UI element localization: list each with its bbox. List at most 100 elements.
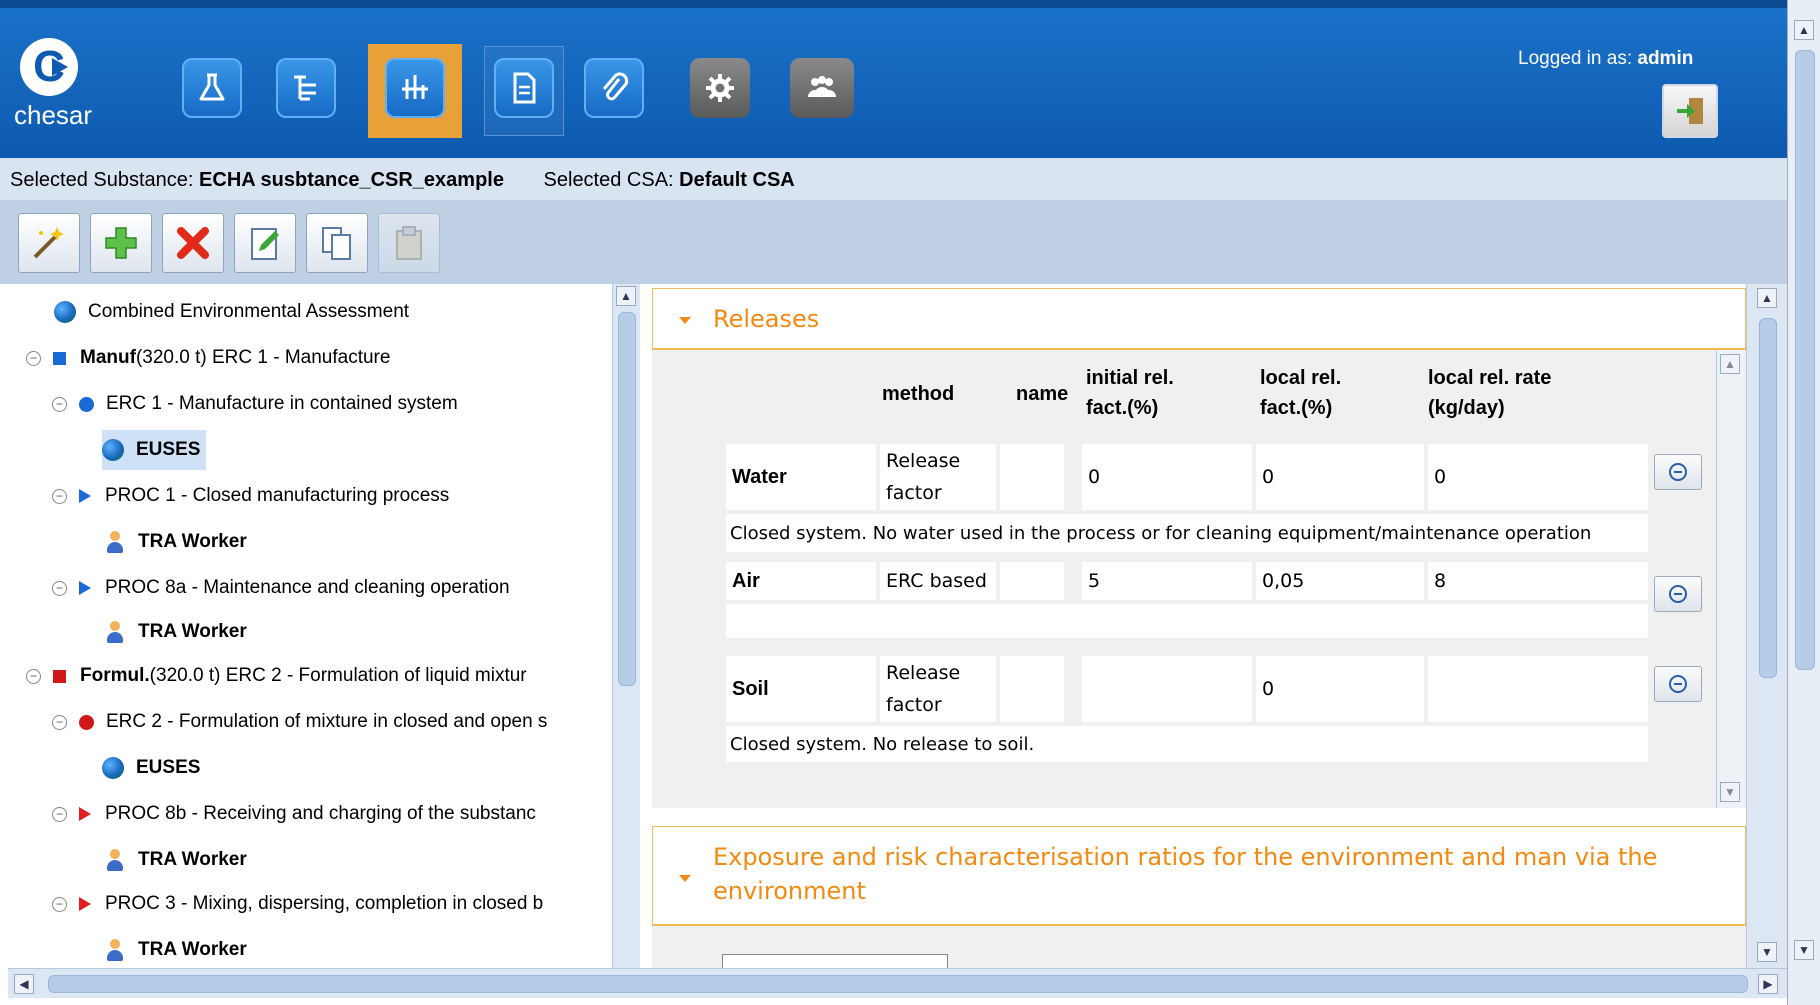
- scroll-up-arrow[interactable]: ▲: [1794, 20, 1814, 40]
- releases-scrollbar[interactable]: ▲ ▼: [1716, 350, 1744, 808]
- scroll-left-arrow[interactable]: ◀: [14, 974, 34, 994]
- tree-item-euses[interactable]: EUSES: [102, 430, 207, 470]
- remove-air-button[interactable]: [1654, 576, 1702, 612]
- logout-icon: [1677, 98, 1703, 124]
- row-soil-local[interactable]: 0: [1256, 656, 1424, 722]
- tree-item-formul[interactable]: − Formul. (320.0 t) ERC 2 - Formulation …: [26, 656, 628, 696]
- collapse-icon[interactable]: −: [52, 580, 67, 596]
- paste-button[interactable]: [378, 213, 440, 273]
- collapse-icon[interactable]: −: [26, 350, 41, 366]
- header-initial-2: fact.(%): [1086, 397, 1159, 419]
- row-soil-initial[interactable]: [1082, 656, 1252, 722]
- collapse-icon[interactable]: −: [52, 488, 67, 504]
- row-air-local[interactable]: 0,05: [1256, 562, 1424, 600]
- scroll-right-arrow[interactable]: ▶: [1758, 974, 1778, 994]
- row-water-note[interactable]: Closed system. No water used in the proc…: [726, 514, 1648, 552]
- row-air-method[interactable]: ERC based: [880, 562, 996, 600]
- row-water-initial[interactable]: 0: [1082, 444, 1252, 510]
- tree-scroll-thumb[interactable]: [618, 312, 636, 686]
- nav-attachments-button[interactable]: [584, 58, 644, 118]
- tree-item-erc1[interactable]: − ERC 1 - Manufacture in contained syste…: [52, 384, 458, 424]
- tree-item-tra-worker[interactable]: TRA Worker: [106, 930, 247, 968]
- header-initial-1: initial rel.: [1086, 367, 1174, 389]
- tree-item-label: TRA Worker: [138, 939, 247, 960]
- row-air-initial[interactable]: 5: [1082, 562, 1252, 600]
- tree-item-proc8a[interactable]: − PROC 8a - Maintenance and cleaning ope…: [52, 568, 510, 608]
- scroll-down-arrow[interactable]: ▼: [1794, 940, 1814, 960]
- window-scroll-thumb[interactable]: [1795, 50, 1815, 670]
- red-square-icon: [53, 669, 66, 683]
- scroll-down-arrow[interactable]: ▼: [1720, 782, 1740, 802]
- collapse-icon[interactable]: −: [26, 668, 41, 684]
- collapse-icon[interactable]: −: [52, 896, 67, 912]
- row-water-rate[interactable]: 0: [1428, 444, 1648, 510]
- nav-assessment-button[interactable]: [385, 58, 445, 118]
- horizontal-scrollbar[interactable]: ◀ ▶: [8, 968, 1787, 998]
- remove-soil-button[interactable]: [1654, 666, 1702, 702]
- row-air-rate[interactable]: 8: [1428, 562, 1648, 600]
- scroll-up-arrow[interactable]: ▲: [616, 286, 636, 306]
- tree-item-manuf[interactable]: − Manuf (320.0 t) ERC 1 - Manufacture: [26, 338, 390, 378]
- scroll-up-arrow[interactable]: ▲: [1720, 354, 1740, 374]
- exposure-field[interactable]: [722, 954, 948, 968]
- chesar-logo: C chesar: [14, 38, 114, 148]
- collapse-icon[interactable]: −: [52, 806, 67, 822]
- scroll-down-arrow[interactable]: ▼: [1757, 942, 1777, 962]
- collapse-caret-icon[interactable]: [679, 875, 691, 882]
- releases-title: Releases: [713, 305, 820, 333]
- collapse-caret-icon[interactable]: [679, 317, 691, 324]
- row-air-note[interactable]: [726, 604, 1648, 638]
- tree-item-euses[interactable]: EUSES: [102, 748, 200, 788]
- tree-item-combined-env[interactable]: Combined Environmental Assessment: [54, 292, 409, 332]
- scroll-up-arrow[interactable]: ▲: [1757, 288, 1777, 308]
- panel-scroll-thumb[interactable]: [1759, 318, 1777, 678]
- row-soil-rate[interactable]: [1428, 656, 1648, 722]
- row-soil-method[interactable]: Release factor: [880, 656, 996, 722]
- copy-button[interactable]: [306, 213, 368, 273]
- tree-item-name: Formul.: [80, 665, 150, 686]
- row-water-local[interactable]: 0: [1256, 444, 1424, 510]
- logout-button[interactable]: [1662, 84, 1718, 138]
- tree-item-proc3[interactable]: − PROC 3 - Mixing, dispersing, completio…: [52, 884, 628, 924]
- row-air-name[interactable]: [1000, 562, 1064, 600]
- add-button[interactable]: [90, 213, 152, 273]
- use-tree: Combined Environmental Assessment − Manu…: [8, 284, 640, 968]
- nav-users-button[interactable]: [790, 58, 854, 118]
- tree-item-tra-worker[interactable]: TRA Worker: [106, 522, 247, 562]
- tree-item-label: PROC 3 - Mixing, dispersing, completion …: [105, 893, 544, 914]
- blue-triangle-icon: [79, 489, 91, 503]
- exposure-section-header[interactable]: Exposure and risk characterisation ratio…: [652, 826, 1746, 926]
- collapse-icon[interactable]: −: [52, 714, 67, 730]
- panel-scrollbar[interactable]: ▲ ▼: [1746, 284, 1787, 968]
- row-soil-name[interactable]: [1000, 656, 1064, 722]
- horizontal-scroll-thumb[interactable]: [48, 975, 1748, 993]
- row-water-method[interactable]: Release factor: [880, 444, 996, 510]
- nav-uses-button[interactable]: [276, 58, 336, 118]
- remove-water-button[interactable]: [1654, 454, 1702, 490]
- collapse-icon[interactable]: −: [52, 396, 67, 412]
- tree-item-tra-worker[interactable]: TRA Worker: [106, 840, 247, 880]
- nav-settings-button[interactable]: [690, 58, 750, 118]
- nav-report-button[interactable]: [494, 58, 554, 118]
- tree-item-proc1[interactable]: − PROC 1 - Closed manufacturing process: [52, 476, 449, 516]
- globe-icon: [54, 301, 76, 323]
- users-icon: [808, 76, 836, 97]
- delete-button[interactable]: [162, 213, 224, 273]
- wizard-button[interactable]: [18, 213, 80, 273]
- document-icon: [513, 72, 536, 104]
- edit-button[interactable]: [234, 213, 296, 273]
- window-scrollbar[interactable]: ▲ ▼: [1787, 0, 1820, 1005]
- row-soil-note[interactable]: Closed system. No release to soil.: [726, 726, 1648, 762]
- tree-item-tra-worker[interactable]: TRA Worker: [106, 612, 247, 652]
- selection-bar: Selected Substance: ECHA susbtance_CSR_e…: [0, 158, 1787, 200]
- tree-scrollbar[interactable]: ▲: [612, 284, 640, 968]
- toolbar: [0, 200, 1787, 284]
- releases-section-header[interactable]: Releases: [652, 288, 1746, 350]
- pane-splitter[interactable]: [640, 284, 652, 968]
- nav-substance-button[interactable]: [182, 58, 242, 118]
- tree-item-proc8b[interactable]: − PROC 8b - Receiving and charging of th…: [52, 794, 628, 834]
- copy-icon: [322, 227, 351, 260]
- row-water-name[interactable]: [1000, 444, 1064, 510]
- tree-item-name: Manuf: [80, 347, 136, 368]
- tree-item-erc2[interactable]: − ERC 2 - Formulation of mixture in clos…: [52, 702, 628, 742]
